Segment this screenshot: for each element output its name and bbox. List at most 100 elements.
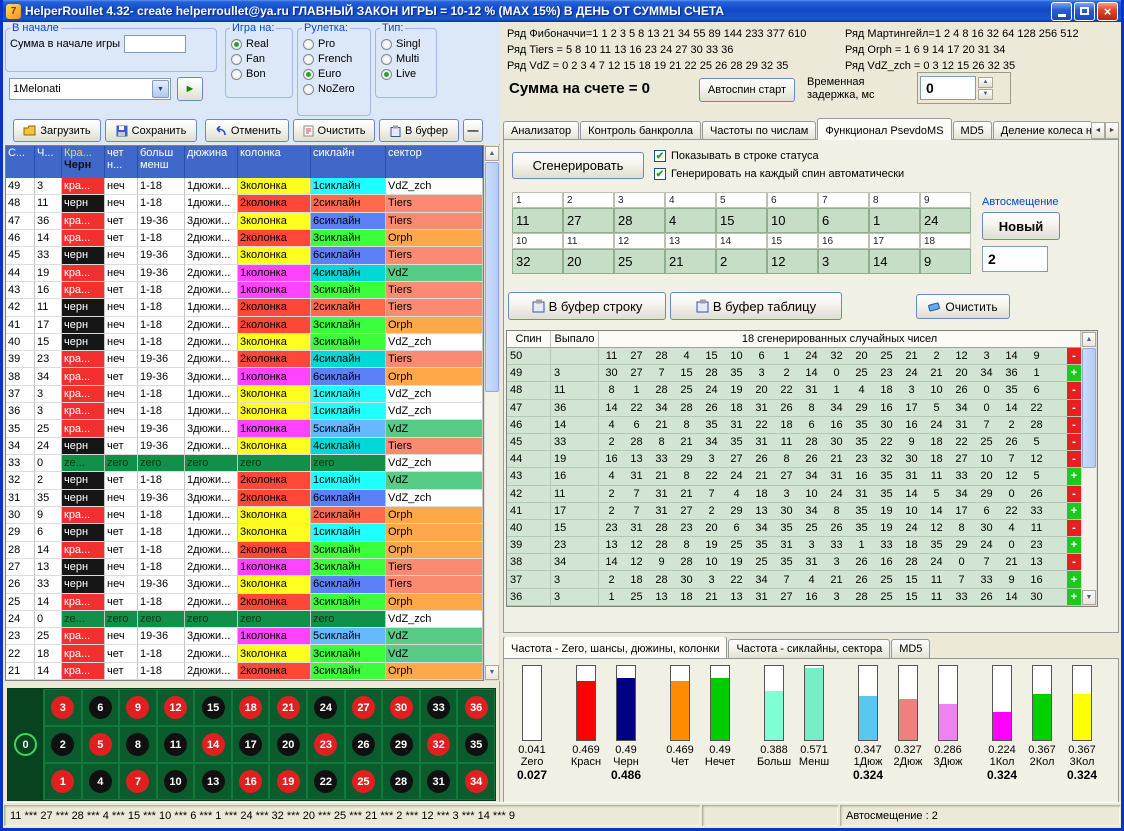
board-number-6[interactable]: 6	[82, 689, 120, 726]
board-number-35[interactable]: 35	[457, 726, 495, 763]
table-row[interactable]: 373кра...неч1-181дюжи...3колонка1сиклайн…	[6, 386, 483, 403]
board-number-16[interactable]: 16	[232, 763, 270, 800]
table-row[interactable]: 322чернчет1-181дюжи...2колонка1сиклайнVd…	[6, 472, 483, 489]
board-number-15[interactable]: 15	[194, 689, 232, 726]
gen-table-row[interactable]: 4933027715283532140252324212034361+	[507, 365, 1081, 382]
table-row[interactable]: 493кра...неч1-181дюжи...3колонка1сиклайн…	[6, 178, 483, 195]
generated-number-cell[interactable]: 14	[869, 249, 920, 274]
board-number-9[interactable]: 9	[119, 689, 157, 726]
gen-table-row[interactable]: 4736142234282618312683429161753401422-	[507, 400, 1081, 417]
gen-table-row[interactable]: 4316431218222421273431163531113320125+	[507, 468, 1081, 485]
history-column-header[interactable]: Кра...Черн	[62, 146, 105, 178]
history-column-header[interactable]: Ч...	[35, 146, 62, 178]
generated-number-cell[interactable]: 15	[716, 208, 767, 233]
table-row[interactable]: 4316кра...чет1-182дюжи...1колонка3сиклай…	[6, 282, 483, 299]
table-row[interactable]: 363кра...неч1-181дюжи...3колонка1сиклайн…	[6, 403, 483, 420]
board-number-14[interactable]: 14	[194, 726, 232, 763]
table-row[interactable]: 240zе...zerozerozerozerozeroVdZ_zch	[6, 611, 483, 628]
board-number-23[interactable]: 23	[307, 726, 345, 763]
chevron-down-icon[interactable]: ▼	[152, 80, 169, 98]
gen-table-row[interactable]: 4419161333293272682621233230182710712-	[507, 451, 1081, 468]
main-tab[interactable]: Частоты по числам	[702, 121, 816, 140]
history-column-header[interactable]: большменш	[138, 146, 185, 178]
generated-number-cell[interactable]: 4	[665, 208, 716, 233]
scroll-down-icon[interactable]: ▼	[485, 665, 499, 680]
table-row[interactable]: 2218кра...чет1-182дюжи...3колонка3сиклай…	[6, 645, 483, 662]
buffer-table-button[interactable]: В буфер таблицу	[670, 292, 842, 320]
title-bar[interactable]: 7 HelperRoullet 4.32- create helperroull…	[3, 0, 1121, 22]
board-number-25[interactable]: 25	[345, 763, 383, 800]
minimize-button[interactable]	[1051, 2, 1072, 21]
tab-scroll-left-icon[interactable]: ◄	[1091, 122, 1105, 139]
radio-option-Live[interactable]: Live	[381, 68, 431, 80]
load-button[interactable]: Загрузить	[13, 119, 101, 142]
generated-number-cell[interactable]: 9	[920, 249, 971, 274]
spinner-down-icon[interactable]: ▼	[978, 89, 993, 100]
board-number-8[interactable]: 8	[119, 726, 157, 763]
radio-option-French[interactable]: French	[303, 53, 365, 65]
table-row[interactable]: 4533черннеч19-363дюжи...3колонка6сиклайн…	[6, 247, 483, 264]
board-number-26[interactable]: 26	[345, 726, 383, 763]
board-number-18[interactable]: 18	[232, 689, 270, 726]
table-row[interactable]: 2514кра...чет1-182дюжи...2колонка3сиклай…	[6, 594, 483, 611]
generated-number-cell[interactable]: 24	[920, 208, 971, 233]
board-number-36[interactable]: 36	[457, 689, 495, 726]
gen-table-row[interactable]: 50112728415106124322025212123149-	[507, 348, 1081, 365]
gen-table-row[interactable]: 453322882134353111283035229182225265-	[507, 434, 1081, 451]
board-number-24[interactable]: 24	[307, 689, 345, 726]
board-number-13[interactable]: 13	[194, 763, 232, 800]
gen-table-row[interactable]: 4614462183531221861635301624317228-	[507, 417, 1081, 434]
generated-number-cell[interactable]: 10	[767, 208, 818, 233]
radio-option-NoZero[interactable]: NoZero	[303, 83, 365, 95]
table-row[interactable]: 330zе...zerozerozerozerozeroVdZ_zch	[6, 455, 483, 472]
scroll-up-icon[interactable]: ▲	[1082, 332, 1096, 347]
close-button[interactable]: ×	[1097, 2, 1118, 21]
scroll-up-icon[interactable]: ▲	[485, 146, 499, 161]
table-row[interactable]: 309кра...неч1-181дюжи...3колонка2сиклайн…	[6, 507, 483, 524]
radio-option-Pro[interactable]: Pro	[303, 38, 365, 50]
generated-number-cell[interactable]: 27	[563, 208, 614, 233]
frequency-tab[interactable]: Частота - Zero, шансы, дюжины, колонки	[503, 637, 727, 658]
table-row[interactable]: 3135черннеч19-363дюжи...2колонка6сиклайн…	[6, 490, 483, 507]
generated-number-cell[interactable]: 1	[869, 208, 920, 233]
board-number-28[interactable]: 28	[382, 763, 420, 800]
scroll-down-icon[interactable]: ▼	[1082, 590, 1096, 605]
board-number-17[interactable]: 17	[232, 726, 270, 763]
board-number-2[interactable]: 2	[44, 726, 82, 763]
board-number-5[interactable]: 5	[82, 726, 120, 763]
checkbox-show-status[interactable]: ✔ Показывать в строке статуса	[654, 150, 819, 162]
generated-number-cell[interactable]: 32	[512, 249, 563, 274]
frequency-tab[interactable]: Частота - сиклайны, сектора	[728, 639, 890, 658]
checkbox-generate-each-spin[interactable]: ✔ Генерировать на каждый спин автоматиче…	[654, 168, 904, 180]
frequency-tab[interactable]: MD5	[891, 639, 930, 658]
table-row[interactable]: 2713черннеч1-182дюжи...1колонка3сиклайнT…	[6, 559, 483, 576]
scrollbar-thumb[interactable]	[485, 162, 499, 392]
history-column-header[interactable]: четн...	[105, 146, 138, 178]
start-sum-input[interactable]	[124, 35, 186, 53]
board-number-19[interactable]: 19	[269, 763, 307, 800]
board-number-30[interactable]: 30	[382, 689, 420, 726]
table-row[interactable]: 4015черннеч1-182дюжи...3колонка3сиклайнV…	[6, 334, 483, 351]
table-row[interactable]: 3525кра...неч19-363дюжи...1колонка5сикла…	[6, 420, 483, 437]
table-row[interactable]: 296чернчет1-181дюжи...3колонка1сиклайнOr…	[6, 524, 483, 541]
table-row[interactable]: 2114кра...чет1-182дюжи...2колонка3сиклай…	[6, 663, 483, 680]
generated-number-cell[interactable]: 21	[665, 249, 716, 274]
history-scrollbar[interactable]: ▲ ▼	[484, 145, 500, 681]
generated-table-scrollbar[interactable]: ▲ ▼	[1081, 331, 1097, 606]
gen-table-row[interactable]: 373218283032234742126251511733916+	[507, 571, 1081, 588]
table-row[interactable]: 3424чернчет19-362дюжи...3колонка4сиклайн…	[6, 438, 483, 455]
table-row[interactable]: 2814кра...чет1-182дюжи...2колонка3сиклай…	[6, 542, 483, 559]
radio-option-Euro[interactable]: Euro	[303, 68, 365, 80]
table-row[interactable]: 2325кра...неч19-363дюжи...1колонка5сикла…	[6, 628, 483, 645]
delay-input[interactable]: 0	[920, 76, 976, 100]
gen-table-row[interactable]: 41172731272291330348351910141762233+	[507, 503, 1081, 520]
gen-table-row[interactable]: 421127312174183102431351453429026-	[507, 486, 1081, 503]
history-column-header[interactable]: сиклайн	[311, 146, 386, 178]
copy-buffer-button[interactable]: В буфер	[379, 119, 459, 142]
maximize-button[interactable]	[1074, 2, 1095, 21]
board-number-33[interactable]: 33	[420, 689, 458, 726]
save-button[interactable]: Сохранить	[105, 119, 197, 142]
board-number-31[interactable]: 31	[420, 763, 458, 800]
board-number-4[interactable]: 4	[82, 763, 120, 800]
undo-button[interactable]: Отменить	[205, 119, 289, 142]
